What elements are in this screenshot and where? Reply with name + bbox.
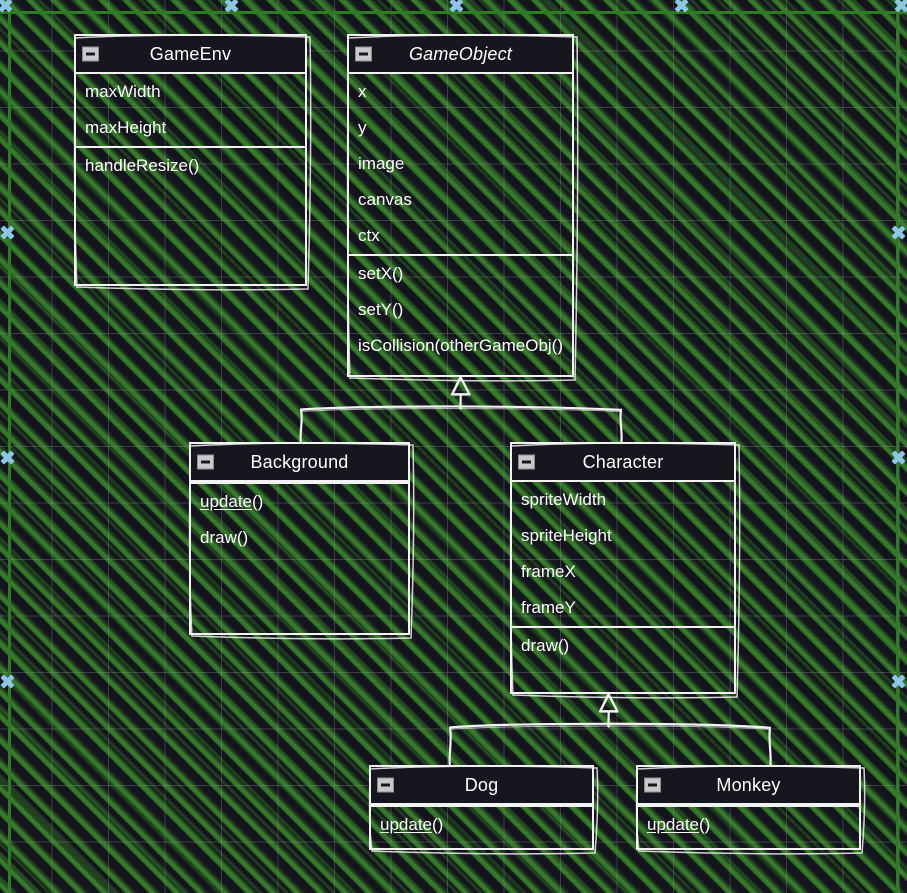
class-header-monkey[interactable]: Monkey: [638, 767, 859, 805]
page-handle-top-3[interactable]: [674, 0, 689, 13]
class-name-gameenv: GameEnv: [149, 43, 232, 64]
operation-row[interactable]: setX(): [349, 256, 572, 292]
page-handle-right-2[interactable]: [891, 450, 906, 465]
attribute-row[interactable]: spriteHeight: [512, 518, 734, 554]
attribute-row[interactable]: maxWidth: [76, 74, 305, 110]
operation-row[interactable]: isCollision(otherGameObj(): [349, 328, 572, 364]
page-handle-left-2[interactable]: [0, 450, 15, 465]
minus-icon[interactable]: [197, 454, 214, 470]
uml-class-background[interactable]: Background update() draw(): [188, 442, 415, 640]
operation-row[interactable]: update(): [371, 807, 592, 843]
class-header-gameobject[interactable]: GameObject: [349, 36, 572, 74]
minus-glyph: [201, 460, 210, 464]
diagram-canvas[interactable]: GameEnv maxWidth maxHeight handleResize() Ga…: [0, 0, 907, 893]
uml-class-monkey[interactable]: Monkey update(): [635, 765, 866, 855]
class-name-dog: Dog: [464, 774, 499, 795]
minus-icon[interactable]: [355, 46, 372, 62]
page-handle-left-1[interactable]: [0, 225, 15, 240]
operation-row[interactable]: update(): [191, 484, 408, 520]
attribute-row[interactable]: ctx: [349, 218, 572, 254]
operation-row[interactable]: draw(): [191, 520, 408, 556]
page-edge-top: [0, 11, 907, 14]
page-handle-top-1[interactable]: [224, 0, 239, 13]
attribute-row[interactable]: maxHeight: [76, 110, 305, 146]
minus-icon[interactable]: [518, 454, 535, 470]
operations-compartment-background: update() draw(): [191, 482, 408, 556]
uml-class-gameenv[interactable]: GameEnv maxWidth maxHeight handleResize(): [73, 34, 312, 291]
operations-compartment-dog: update(): [371, 805, 592, 843]
operation-parens: (): [432, 815, 444, 834]
operation-parens: (): [252, 492, 264, 511]
attribute-row[interactable]: frameX: [512, 554, 734, 590]
attributes-compartment-gameenv: maxWidth maxHeight: [76, 74, 305, 146]
operations-compartment-character: draw(): [512, 626, 734, 664]
page-handle-top-0[interactable]: [0, 0, 13, 13]
class-header-dog[interactable]: Dog: [371, 767, 592, 805]
minus-icon[interactable]: [377, 777, 394, 793]
static-operation-name: update: [200, 492, 252, 511]
class-name-background: Background: [250, 451, 349, 472]
page-handle-top-2[interactable]: [449, 0, 464, 13]
page-edge-left: [8, 0, 11, 893]
operation-parens: (): [699, 815, 711, 834]
uml-class-character[interactable]: Character spriteWidth spriteHeight frameX fr…: [509, 442, 741, 699]
operation-row[interactable]: draw(): [512, 628, 734, 664]
attribute-row[interactable]: frameY: [512, 590, 734, 626]
class-header-gameenv[interactable]: GameEnv: [76, 36, 305, 74]
operation-row[interactable]: handleResize(): [76, 148, 305, 184]
class-name-monkey: Monkey: [716, 774, 781, 795]
minus-icon[interactable]: [644, 777, 661, 793]
attributes-compartment-character: spriteWidth spriteHeight frameX frameY: [512, 482, 734, 626]
minus-icon[interactable]: [82, 46, 99, 62]
class-name-character: Character: [582, 451, 664, 472]
minus-glyph: [381, 783, 390, 787]
operation-row[interactable]: setY(): [349, 292, 572, 328]
class-name-gameobject: GameObject: [408, 43, 513, 64]
uml-class-dog[interactable]: Dog update(): [368, 765, 599, 855]
generalization-to-gameobject: [299, 375, 623, 444]
attribute-row[interactable]: y: [349, 110, 572, 146]
operations-compartment-gameenv: handleResize(): [76, 146, 305, 184]
static-operation-name: update: [647, 815, 699, 834]
minus-glyph: [359, 52, 368, 56]
attribute-row[interactable]: x: [349, 74, 572, 110]
attribute-row[interactable]: spriteWidth: [512, 482, 734, 518]
page-handle-top-4[interactable]: [894, 0, 907, 13]
class-header-background[interactable]: Background: [191, 444, 408, 482]
minus-glyph: [648, 783, 657, 787]
minus-glyph: [86, 52, 95, 56]
page-handle-left-3[interactable]: [0, 674, 15, 689]
generalization-to-character: [448, 692, 772, 767]
class-header-character[interactable]: Character: [512, 444, 734, 482]
minus-glyph: [522, 460, 531, 464]
operations-compartment-gameobject: setX() setY() isCollision(otherGameObj(): [349, 254, 572, 364]
operations-compartment-monkey: update(): [638, 805, 859, 843]
page-handle-right-3[interactable]: [891, 674, 906, 689]
attribute-row[interactable]: image: [349, 146, 572, 182]
attribute-row[interactable]: canvas: [349, 182, 572, 218]
operation-row[interactable]: update(): [638, 807, 859, 843]
page-edge-right: [896, 0, 899, 893]
uml-class-gameobject[interactable]: GameObject x y image canvas ctx setX() setY() is…: [346, 34, 579, 382]
attributes-compartment-gameobject: x y image canvas ctx: [349, 74, 572, 254]
static-operation-name: update: [380, 815, 432, 834]
page-handle-right-1[interactable]: [891, 225, 906, 240]
